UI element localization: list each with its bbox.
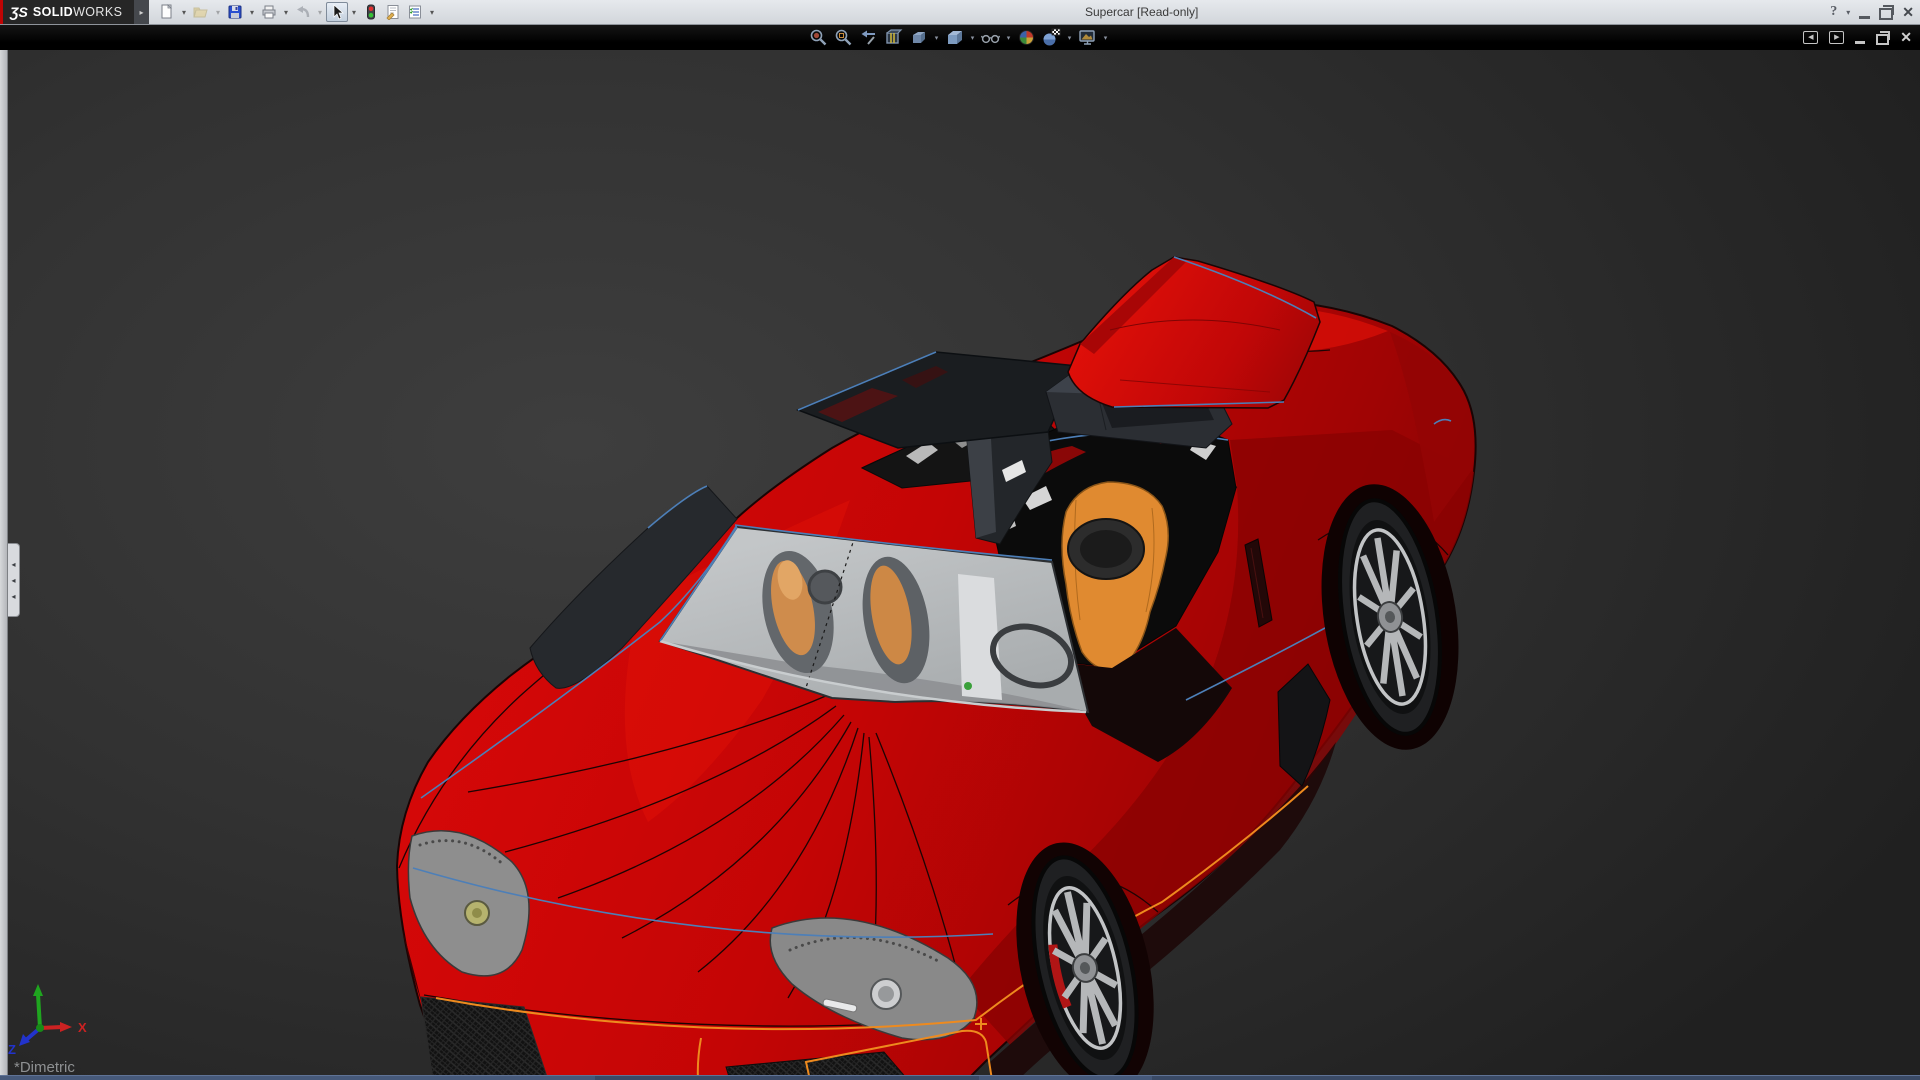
options-checklist-icon [409,5,421,19]
section-view-icon [886,29,903,44]
hide-show-items-dropdown[interactable]: ▾ [1003,34,1014,42]
file-properties-icon [386,5,399,20]
toggle-left-pane-button[interactable]: ◀ [1803,31,1819,44]
edit-appearance-button[interactable] [1014,26,1039,49]
minimize-button[interactable] [1859,15,1871,19]
view-settings-button[interactable] [1075,26,1100,49]
select-cursor-icon [333,4,344,20]
hide-show-items-button[interactable] [978,26,1003,49]
view-settings-dropdown[interactable]: ▾ [1100,34,1111,42]
view-orientation-button[interactable] [906,26,931,49]
panel-arrow-icon: ◂ [11,591,16,601]
rebuild-button[interactable] [360,2,382,22]
triad-axes: X Z [8,984,87,1057]
save-button[interactable] [224,2,246,22]
appearance-sphere-icon [1019,30,1034,45]
new-document-icon [161,4,172,19]
select-button[interactable] [326,2,348,22]
options-button[interactable] [404,2,426,22]
view-orientation-dropdown[interactable]: ▾ [931,34,942,42]
new-document-dropdown[interactable]: ▾ [178,2,190,22]
display-style-icon [948,31,962,44]
zoom-to-fit-icon [810,29,827,46]
open-document-dropdown[interactable]: ▾ [212,2,224,22]
feature-panel-expand-tab[interactable]: ◂ ◂ ◂ [8,543,20,617]
model-canvas[interactable] [0,50,1920,1080]
solidworks-logo: ƷS SOLIDWORKS [0,0,134,24]
previous-view-icon [861,30,875,45]
graphics-top-bar: ▾ ▾ ▾ ▾ ▾ ◀ ▶ ✕ [0,25,1920,50]
car-model [395,256,1477,1080]
traffic-light-icon [367,4,375,20]
standard-toolbar: ▾ ▾ ▾ ▾ ▾ ▾ ▾ [156,0,438,24]
apply-scene-icon [1043,28,1061,46]
apply-scene-dropdown[interactable]: ▾ [1064,34,1075,42]
document-title: Supercar [Read-only] [1085,5,1199,19]
close-button[interactable]: ✕ [1902,4,1914,21]
help-button[interactable]: ? [1830,4,1837,20]
status-bar-edge [0,1075,1920,1080]
view-settings-icon [1079,30,1095,45]
document-window-controls: ◀ ▶ ✕ [1803,25,1912,50]
door-glass [795,351,1080,449]
apply-scene-button[interactable] [1039,26,1064,49]
print-dropdown[interactable]: ▾ [280,2,292,22]
headsup-view-toolbar: ▾ ▾ ▾ ▾ ▾ [806,25,1111,50]
titlebar: ƷS SOLIDWORKS ▸ ▾ ▾ ▾ ▾ ▾ ▾ ▾ Supercar [… [0,0,1920,25]
collapsed-feature-panel-strip[interactable] [0,24,8,1080]
new-document-button[interactable] [156,2,178,22]
app-name: SOLIDWORKS [32,5,123,19]
save-dropdown[interactable]: ▾ [246,2,258,22]
undo-dropdown[interactable]: ▾ [314,2,326,22]
document-restore-button[interactable] [1876,30,1891,45]
graphics-viewport[interactable]: X Z *Dimetric [0,50,1920,1080]
options-dropdown[interactable]: ▾ [426,2,438,22]
panel-arrow-icon: ◂ [11,559,16,569]
undo-button[interactable] [292,2,314,22]
save-icon [228,5,242,19]
triad-z-label: Z [8,1042,16,1057]
help-dropdown[interactable]: ▾ [1846,8,1850,17]
eyeglasses-icon [981,34,1000,44]
open-document-icon [193,7,208,18]
panel-arrow-icon: ◂ [11,575,16,585]
view-orientation-icon [913,32,925,43]
triad-x-label: X [78,1020,87,1035]
toggle-right-pane-button[interactable]: ▶ [1829,31,1845,44]
zoom-to-fit-button[interactable] [806,26,831,49]
section-view-button[interactable] [881,26,906,49]
display-style-dropdown[interactable]: ▾ [967,34,978,42]
display-style-button[interactable] [942,26,967,49]
solidworks-window: ƷS SOLIDWORKS ▸ ▾ ▾ ▾ ▾ ▾ ▾ ▾ Supercar [… [0,0,1920,1080]
file-properties-button[interactable] [382,2,404,22]
select-dropdown[interactable]: ▾ [348,2,360,22]
previous-view-button[interactable] [856,26,881,49]
document-minimize-button[interactable] [1855,40,1866,44]
menu-flyout-arrow[interactable]: ▸ [134,0,149,24]
zoom-to-area-button[interactable] [831,26,856,49]
titlebar-controls: ? ▾ ✕ [1830,0,1914,24]
print-button[interactable] [258,2,280,22]
print-icon [262,5,276,19]
open-document-button[interactable] [190,2,212,22]
document-close-button[interactable]: ✕ [1900,29,1912,46]
zoom-to-area-icon [835,29,852,46]
restore-button[interactable] [1879,5,1895,20]
undo-icon [297,6,310,18]
view-orientation-label: *Dimetric [14,1059,75,1076]
dassault-3ds-logo-icon: ƷS [10,4,28,20]
